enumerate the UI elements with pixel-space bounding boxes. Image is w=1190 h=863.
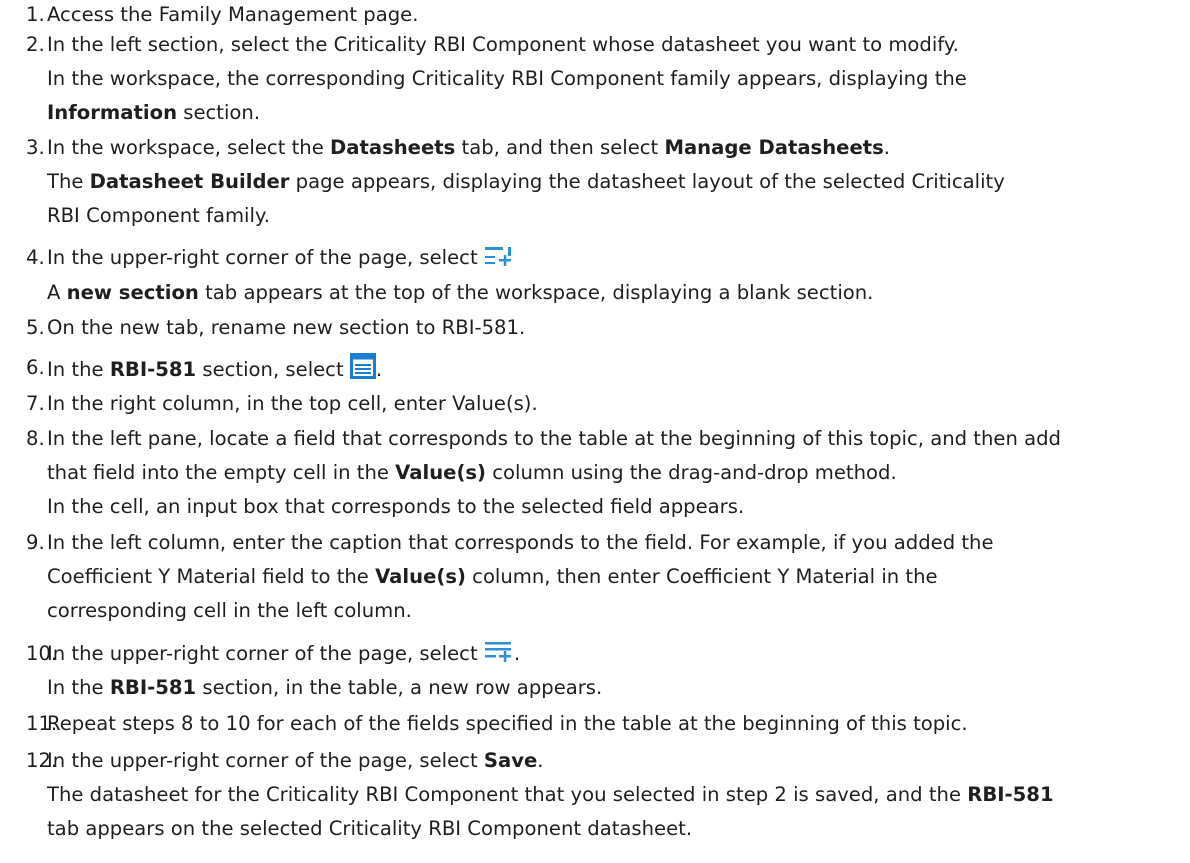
step-text-line: In the right column, in the top cell, en… (47, 389, 538, 419)
document-page: 1. Access the Family Management page. 2. In… (0, 0, 1190, 863)
text-run: In the upper-right corner of the page, s… (47, 642, 484, 665)
step-11: 11. Repeat steps 8 to 10 for each of the … (0, 709, 1190, 739)
step-text-line: In the upper-right corner of the page, s… (47, 243, 514, 276)
ui-term: Datasheets (330, 136, 456, 159)
step-text-line: In the upper-right corner of the page, s… (47, 639, 520, 672)
text-run: . (537, 749, 544, 772)
step-4: 4. In the upper-right corner of the page,… (0, 243, 1190, 308)
ui-term: Datasheet Builder (89, 170, 290, 193)
text-run: The (47, 170, 90, 193)
step-1: 1. Access the Family Management page. (0, 0, 1190, 30)
step-text-line: The datasheet for the Criticality RBI Co… (47, 780, 1054, 810)
step-number: 2. (26, 33, 45, 56)
text-run: On the new tab, rename new section to RB… (47, 316, 526, 339)
text-run: In the (47, 358, 110, 381)
step-10: 10. In the upper-right corner of the page… (0, 639, 1190, 703)
text-run: tab, and then select (455, 136, 665, 159)
text-run: In the workspace, the corresponding Crit… (47, 67, 967, 90)
step-number: 7. (26, 392, 45, 415)
step-7: 7. In the right column, in the top cell, … (0, 389, 1190, 419)
text-run: A (47, 281, 67, 304)
ui-term: new section (66, 281, 199, 304)
text-run: RBI Component family. (47, 204, 270, 227)
ui-term: Save (483, 749, 538, 772)
text-run: In the workspace, select the (47, 136, 330, 159)
step-text-line: The Datasheet Builder page appears, disp… (47, 167, 1005, 197)
ui-term: RBI-581 (109, 676, 197, 699)
text-run: section, in the table, a new row appears… (196, 676, 603, 699)
add-row-icon (484, 641, 514, 672)
ui-term: RBI-581 (967, 783, 1054, 806)
ui-term: Value(s) (375, 565, 466, 588)
step-text-line: tab appears on the selected Criticality … (47, 814, 692, 844)
text-run: In the left column, enter the caption th… (47, 531, 994, 554)
step-text-line: that field into the empty cell in the Va… (47, 458, 897, 488)
table-icon (349, 353, 376, 388)
step-number: 8. (26, 427, 45, 450)
step-text-line: In the RBI-581 section, select . (47, 353, 382, 388)
step-text-line: RBI Component family. (47, 201, 270, 231)
text-run: column, then enter Coefficient Y Materia… (465, 565, 938, 588)
text-run: tab appears at the top of the workspace,… (198, 281, 874, 304)
step-6: 6. In the RBI-581 section, select . (0, 353, 1190, 383)
step-number: 9. (26, 531, 45, 554)
step-12: 12. In the upper-right corner of the page… (0, 746, 1190, 844)
text-run: Coefficient Y Material field to the (47, 565, 376, 588)
step-3: 3. In the workspace, select the Datasheet… (0, 133, 1190, 231)
text-run: . (883, 136, 891, 159)
text-run: In the upper-right corner of the page, s… (47, 749, 484, 772)
ui-term: Value(s) (395, 461, 487, 484)
step-text-line: On the new tab, rename new section to RB… (47, 313, 525, 343)
step-text-line: In the left section, select the Critical… (47, 30, 959, 60)
step-text-line: In the RBI-581 section, in the table, a … (47, 673, 602, 703)
step-text-line: In the workspace, the corresponding Crit… (47, 64, 967, 94)
step-number: 1. (26, 3, 45, 26)
step-2: 2. In the left section, select the Critic… (0, 30, 1190, 128)
step-text-line: A new section tab appears at the top of … (47, 278, 873, 308)
text-run: that field into the empty cell in the (47, 461, 396, 484)
ui-term: RBI-581 (109, 358, 197, 381)
text-run: section, select (196, 358, 350, 381)
step-text-line: In the upper-right corner of the page, s… (47, 746, 544, 776)
step-number: 4. (26, 246, 45, 269)
text-run: tab appears on the selected Criticality … (47, 817, 693, 840)
step-text-line: In the workspace, select the Datasheets … (47, 133, 890, 163)
ui-term: Information (47, 101, 178, 124)
text-run: In the left section, select the Critical… (47, 33, 959, 56)
text-run: Repeat steps 8 to 10 for each of the fie… (47, 712, 968, 735)
text-run: In the (47, 676, 110, 699)
step-text-line: corresponding cell in the left column. (47, 596, 412, 626)
step-number: 5. (26, 316, 45, 339)
step-text-line: Access the Family Management page. (47, 0, 418, 30)
text-run: In the upper-right corner of the page, s… (47, 246, 484, 269)
add-section-icon (484, 245, 514, 276)
text-run: corresponding cell in the left column. (47, 599, 412, 622)
text-run: page appears, displaying the datasheet l… (289, 170, 1005, 193)
step-text-line: In the left column, enter the caption th… (47, 528, 994, 558)
step-text-line: In the cell, an input box that correspon… (47, 492, 744, 522)
text-run: The datasheet for the Criticality RBI Co… (47, 783, 968, 806)
step-text-line: Coefficient Y Material field to the Valu… (47, 562, 938, 592)
ui-term: Manage Datasheets (664, 136, 884, 159)
step-8: 8. In the left pane, locate a field that … (0, 424, 1190, 522)
step-text-line: Repeat steps 8 to 10 for each of the fie… (47, 709, 968, 739)
text-run: In the right column, in the top cell, en… (47, 392, 538, 415)
step-5: 5. On the new tab, rename new section to … (0, 313, 1190, 343)
step-text-line: In the left pane, locate a field that co… (47, 424, 1061, 454)
step-number: 6. (26, 356, 45, 379)
text-run: . (375, 358, 383, 381)
step-text-line: Information section. (47, 98, 260, 128)
text-run: In the cell, an input box that correspon… (47, 495, 745, 518)
text-run: In the left pane, locate a field that co… (47, 427, 1061, 450)
text-run: section. (177, 101, 261, 124)
text-run: Access the Family Management page. (47, 3, 419, 26)
step-number: 3. (26, 136, 45, 159)
step-9: 9. In the left column, enter the caption … (0, 528, 1190, 626)
text-run: column using the drag-and-drop method. (486, 461, 897, 484)
text-run: . (513, 642, 521, 665)
